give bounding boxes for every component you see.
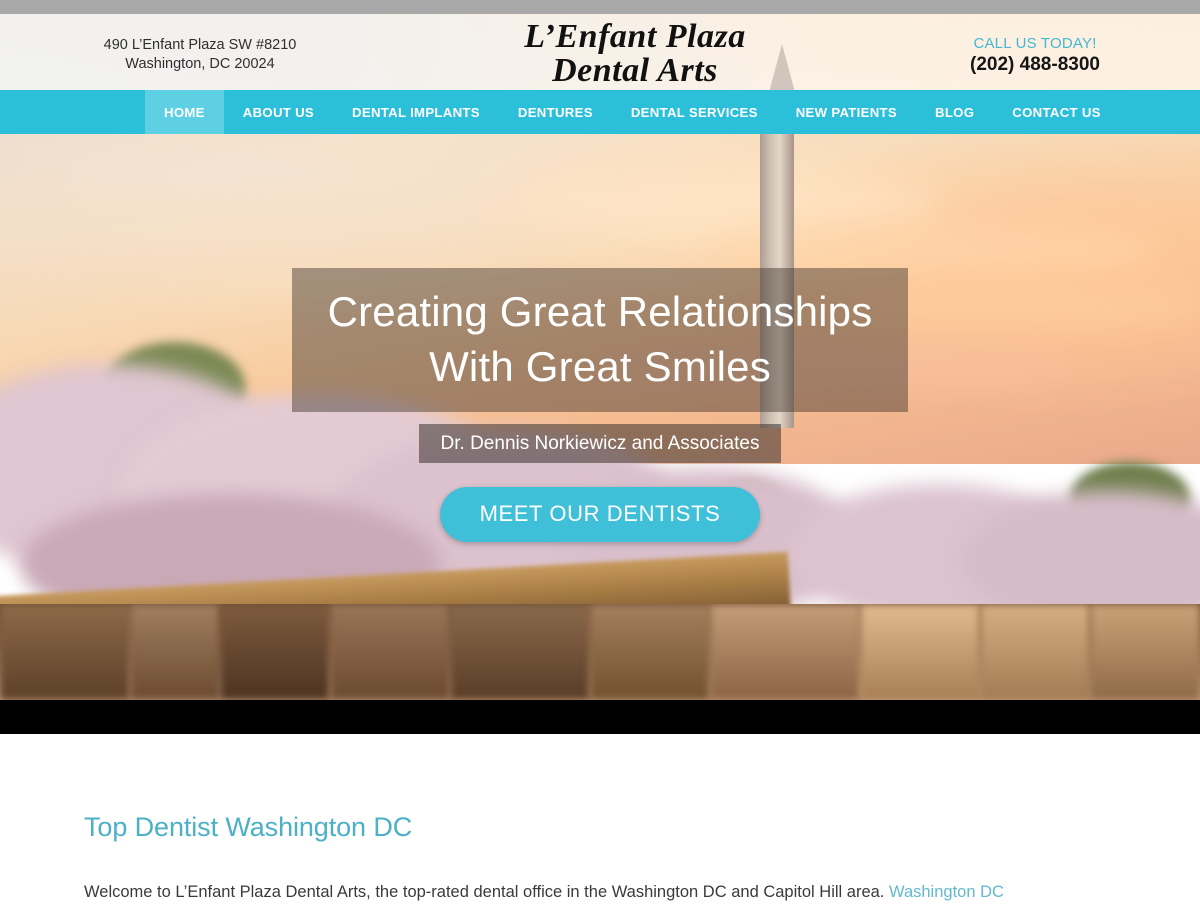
nav-item-dental-implants[interactable]: DENTAL IMPLANTS [333,90,499,134]
header-contact: CALL US TODAY! (202) 488-8300 [870,28,1200,76]
intro-paragraph: Welcome to L’Enfant Plaza Dental Arts, t… [84,879,1116,905]
page-title: Top Dentist Washington DC [84,812,413,842]
hero-banner: Creating Great Relationships With Great … [0,134,1200,700]
washington-dc-link[interactable]: Washington DC [889,883,1004,901]
call-us-today-label: CALL US TODAY! [973,35,1097,52]
hero-headline-line-2: With Great Smiles [429,343,771,390]
address-line-1: 490 L’Enfant Plaza SW #8210 [103,37,297,53]
nav-item-home[interactable]: HOME [145,90,224,134]
phone-number-link[interactable]: (202) 488-8300 [870,53,1200,76]
site-logo[interactable]: L’Enfant Plaza Dental Arts [400,20,870,88]
black-divider-bar [0,700,1200,734]
hero-headline-line-1: Creating Great Relationships [327,288,873,335]
site-header: 490 L’Enfant Plaza SW #8210 Washington, … [0,14,1200,90]
office-address: 490 L’Enfant Plaza SW #8210 Washington, … [0,30,400,74]
address-line-2: Washington, DC 20024 [125,56,275,72]
meet-our-dentists-button[interactable]: MEET OUR DENTISTS [439,487,761,542]
main-content: Top Dentist Washington DC Welcome to L’E… [0,734,1200,901]
logo-line-2: Dental Arts [552,52,718,89]
hero-subheadline: Dr. Dennis Norkiewicz and Associates [418,424,782,463]
nav-item-new-patients[interactable]: NEW PATIENTS [777,90,916,134]
nav-item-dentures[interactable]: DENTURES [499,90,612,134]
hero-headline: Creating Great Relationships With Great … [291,268,909,412]
nav-item-dental-services[interactable]: DENTAL SERVICES [612,90,777,134]
main-navigation: HOME ABOUT US DENTAL IMPLANTS DENTURES DENTA… [0,90,1200,134]
nav-item-blog[interactable]: BLOG [916,90,993,134]
nav-item-about-us[interactable]: ABOUT US [224,90,333,134]
nav-item-contact-us[interactable]: CONTACT US [993,90,1119,134]
logo-line-1: L’Enfant Plaza [524,18,746,55]
top-gray-strip [0,0,1200,14]
intro-text: Welcome to L’Enfant Plaza Dental Arts, t… [84,883,889,901]
